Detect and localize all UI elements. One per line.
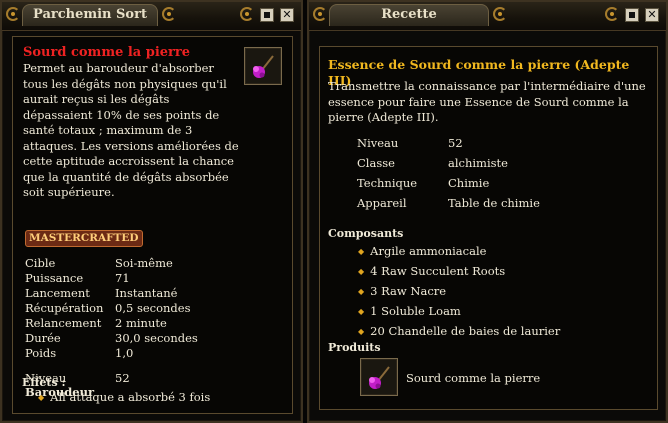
stat-value: Soi-même [115,256,173,270]
ornament-icon [313,7,327,21]
spell-icon[interactable] [244,47,282,85]
spell-description: Permet au baroudeur d'absorber tous les … [23,61,239,199]
level-value: 52 [115,371,130,385]
spell-details-panel: Sourd comme la pierre Permet au baroudeu… [12,36,293,414]
stat-value: 0,5 secondes [115,301,191,315]
detail-label: Technique [357,176,418,190]
stat-value: Instantané [115,286,178,300]
detail-label: Niveau [357,136,399,150]
spell-scroll-window: Parchemin Sort ✕ Sourd comme la pierre P… [0,0,303,423]
stat-label: Puissance [25,271,84,285]
recipe-description: Transmettre la connaissance par l'interm… [328,79,646,124]
recipe-window: Recette ✕ Essence de Sourd comme la pier… [307,0,668,423]
stat-label: Récupération [25,301,104,315]
recipe-panel: Essence de Sourd comme la pierre (Adepte… [319,46,658,410]
magenta-flower-icon [253,55,274,78]
spell-name: Sourd comme la pierre [23,45,191,60]
close-icon: ✕ [647,8,657,21]
detail-label: Appareil [357,196,407,210]
detail-label: Classe [357,156,395,170]
minimize-icon [264,12,270,18]
close-icon: ✕ [282,8,292,21]
stat-label: Relancement [25,316,102,330]
stat-label: Poids [25,346,57,360]
magenta-flower-icon [369,366,390,389]
window-title: Parchemin Sort [22,4,158,26]
component-item[interactable]: 1 Soluble Loam [358,304,461,320]
ornament-icon [6,7,20,21]
detail-value: 52 [448,136,463,150]
stat-value: 71 [115,271,130,285]
close-button[interactable]: ✕ [645,8,659,22]
product-icon[interactable] [360,358,398,396]
title-bar[interactable]: Recette ✕ [309,2,666,31]
effect-item: All attaque a absorbé 3 fois [38,390,210,406]
ornament-icon [493,7,507,21]
components-label: Composants [328,227,404,240]
stat-value: 2 minute [115,316,167,330]
ornament-icon [162,7,176,21]
component-item[interactable]: 3 Raw Nacre [358,284,446,300]
stat-label: Cible [25,256,56,270]
minimize-icon [629,12,635,18]
effects-label: Effets : [22,376,66,389]
ornament-icon [240,7,254,21]
close-button[interactable]: ✕ [280,8,294,22]
stat-value: 30,0 secondes [115,331,198,345]
component-item[interactable]: Argile ammoniacale [358,244,486,260]
stat-value: 1,0 [115,346,134,360]
minimize-button[interactable] [625,8,639,22]
stat-label: Durée [25,331,61,345]
product-name[interactable]: Sourd comme la pierre [406,371,540,386]
title-bar[interactable]: Parchemin Sort ✕ [2,2,301,31]
window-title: Recette [329,4,489,26]
products-label: Produits [328,341,381,354]
detail-value: alchimiste [448,156,508,170]
component-item[interactable]: 20 Chandelle de baies de laurier [358,324,560,340]
mastercrafted-badge: MASTERCRAFTED [25,230,143,247]
detail-value: Table de chimie [448,196,540,210]
stat-label: Lancement [25,286,90,300]
ornament-icon [605,7,619,21]
minimize-button[interactable] [260,8,274,22]
component-item[interactable]: 4 Raw Succulent Roots [358,264,505,280]
detail-value: Chimie [448,176,490,190]
